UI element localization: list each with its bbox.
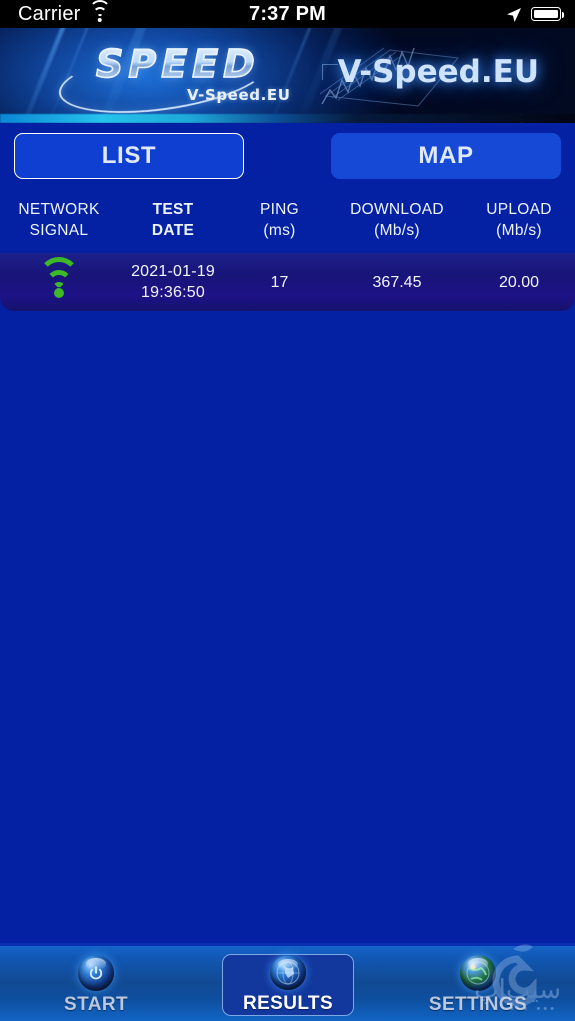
speed-logo-word: SPEED — [95, 41, 260, 87]
view-mode-segment: LIST MAP — [0, 133, 575, 183]
location-arrow-icon — [506, 6, 522, 22]
results-table-body: 2021-01-19 19:36:50 17 367.45 20.00 — [0, 253, 575, 311]
tab-results-label: RESULTS — [242, 993, 334, 1014]
app-banner: SPEED V-Speed.EU V-Speed.EU — [0, 28, 575, 123]
column-header-line1: NETWORK — [18, 201, 100, 218]
cell-download: 367.45 — [372, 273, 422, 291]
map-view-button[interactable]: MAP — [331, 133, 561, 179]
tab-settings-label: SETTINGS — [428, 993, 528, 1015]
column-header-line2: SIGNAL — [29, 222, 89, 239]
cell-test-date: 2021-01-19 19:36:50 — [118, 261, 228, 303]
status-bar-clock: 7:37 PM — [249, 2, 326, 25]
column-header-ping: PING (ms) — [228, 196, 331, 252]
column-header-download: DOWNLOAD (Mb/s) — [331, 196, 463, 252]
column-header-upload: UPLOAD (Mb/s) — [463, 196, 575, 252]
tab-settings[interactable]: SETTINGS — [412, 952, 544, 1018]
banner-glow-strip — [0, 114, 575, 123]
speed-logo-subtitle: V-Speed.EU — [187, 86, 291, 104]
column-header-line2: (Mb/s) — [374, 222, 420, 239]
tab-results[interactable]: RESULTS — [222, 954, 354, 1016]
wifi-icon — [38, 257, 80, 298]
column-header-line1: TEST — [152, 201, 194, 218]
globe-icon — [270, 955, 306, 990]
column-header-line2: (Mb/s) — [496, 222, 542, 239]
power-icon — [78, 954, 114, 991]
status-bar-right — [506, 6, 565, 22]
banner-title: V-Speed.EU — [337, 54, 540, 90]
column-header-test-date: TEST DATE — [118, 196, 228, 252]
cell-network-signal — [0, 257, 118, 298]
results-table-header: NETWORK SIGNAL TEST DATE PING (ms) DOWNL… — [0, 196, 575, 252]
column-header-line2: (ms) — [263, 222, 296, 239]
app-root: Carrier 7:37 PM SPEED V-Speed.EU V-Speed… — [0, 0, 575, 1021]
cell-upload: 20.00 — [498, 273, 540, 291]
cell-ping: 17 — [270, 273, 289, 291]
speed-logo: SPEED V-Speed.EU — [52, 33, 292, 123]
column-header-network-signal: NETWORK SIGNAL — [0, 196, 118, 252]
column-header-line1: UPLOAD — [486, 201, 552, 218]
bottom-tab-bar: START RESULTS — [0, 943, 575, 1021]
globe-gear-icon — [460, 954, 496, 991]
column-header-line2: DATE — [151, 222, 195, 239]
battery-full-icon — [531, 7, 565, 21]
list-view-button[interactable]: LIST — [14, 133, 244, 179]
tab-start[interactable]: START — [30, 952, 162, 1018]
cell-time-value: 19:36:50 — [141, 284, 205, 301]
tab-start-label: START — [64, 993, 128, 1015]
column-header-line1: DOWNLOAD — [350, 201, 444, 218]
table-row[interactable]: 2021-01-19 19:36:50 17 367.45 20.00 — [0, 253, 575, 311]
column-header-line1: PING — [259, 201, 300, 218]
corner-bracket — [322, 64, 338, 80]
cell-date-value: 2021-01-19 — [131, 263, 215, 280]
status-bar: Carrier 7:37 PM — [0, 0, 575, 28]
